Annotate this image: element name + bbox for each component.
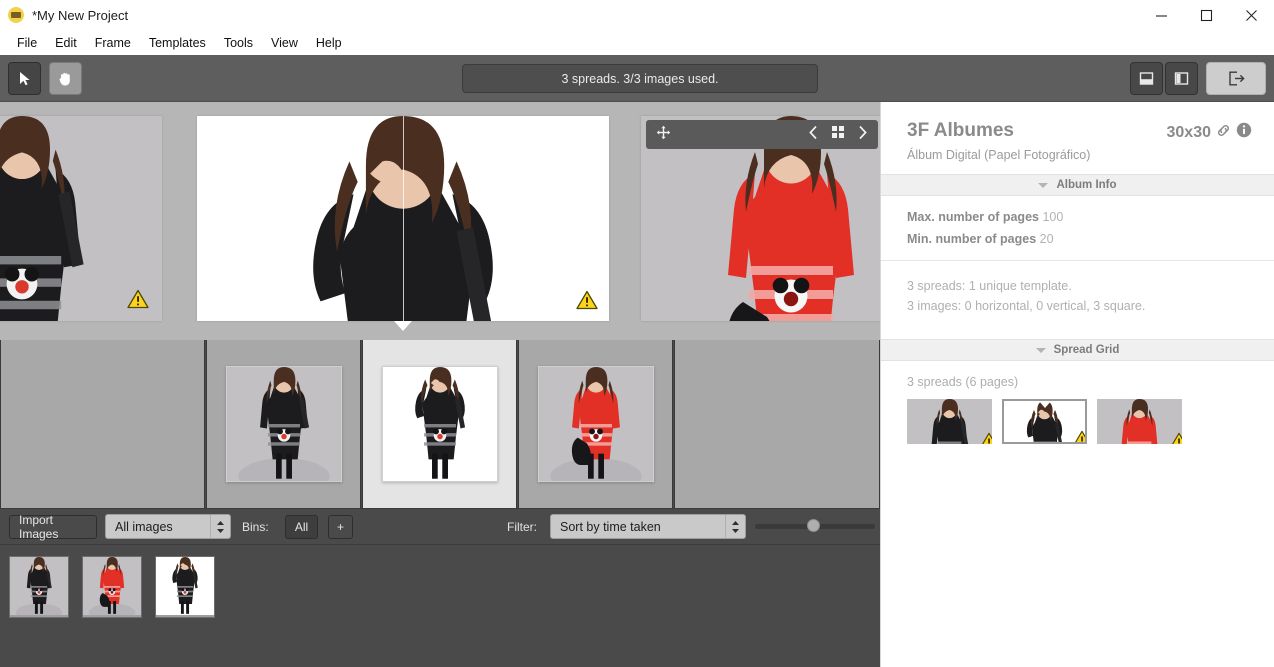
slider-handle[interactable] xyxy=(807,519,821,532)
filmstrip-thumb-1[interactable] xyxy=(225,366,342,482)
stat-spreads: 3 spreads: 1 unique template. xyxy=(907,279,1072,293)
chevron-down-icon[interactable] xyxy=(1038,182,1049,188)
chevron-right-icon[interactable] xyxy=(857,125,868,145)
split-horizontal-icon[interactable] xyxy=(1130,62,1163,95)
bin-image-3[interactable] xyxy=(155,556,215,618)
chevron-updown-icon[interactable] xyxy=(210,515,230,538)
album-properties-panel: 3F Albumes 30x30 Álbum Digital (Papel Fo… xyxy=(880,102,1274,667)
filmstrip-thumb-3[interactable] xyxy=(537,366,654,482)
chevron-down-icon[interactable] xyxy=(1035,347,1046,353)
window-controls xyxy=(1139,0,1274,30)
max-pages-row: Max. number of pages 100 xyxy=(907,210,1248,224)
spread-selection-marker xyxy=(394,321,412,331)
maximize-icon[interactable] xyxy=(1184,0,1229,30)
max-pages-value: 100 xyxy=(1042,210,1064,224)
thumbnail-zoom-slider[interactable] xyxy=(755,519,875,533)
menu-item-frame[interactable]: Frame xyxy=(86,33,140,53)
warning-triangle-icon xyxy=(1169,432,1182,444)
album-size: 30x30 xyxy=(1166,123,1212,141)
spread-spine xyxy=(403,116,404,321)
max-pages-label: Max. number of pages xyxy=(907,210,1039,224)
title-bar: *My New Project xyxy=(0,0,1274,30)
bins-all-button[interactable]: All xyxy=(285,515,318,539)
album-size-group: 30x30 xyxy=(1167,122,1253,143)
info-circle-icon[interactable] xyxy=(1236,122,1252,143)
filmstrip-spread-4[interactable] xyxy=(674,340,880,508)
section-album-info-label: Album Info xyxy=(1056,179,1117,191)
cursor-arrow-icon[interactable] xyxy=(8,62,41,95)
filmstrip-spread-0[interactable] xyxy=(0,340,205,508)
menu-item-templates[interactable]: Templates xyxy=(140,33,215,53)
image-filter-select[interactable]: All images xyxy=(105,514,231,539)
sort-filter-value: Sort by time taken xyxy=(560,519,661,534)
bins-label: Bins: xyxy=(242,520,269,534)
filter-label: Filter: xyxy=(507,520,537,534)
spread-canvas[interactable] xyxy=(0,102,880,340)
chevron-left-icon[interactable] xyxy=(808,125,819,145)
min-pages-label: Min. number of pages xyxy=(907,232,1037,246)
move-cross-icon[interactable] xyxy=(656,125,671,145)
section-spread-grid[interactable]: Spread Grid xyxy=(881,339,1274,361)
album-subtitle: Álbum Digital (Papel Fotográfico) xyxy=(907,148,1091,162)
spread-filmstrip[interactable] xyxy=(0,340,880,508)
spread-grid-count: 3 spreads (6 pages) xyxy=(907,375,1019,389)
filmstrip-thumb-2[interactable] xyxy=(381,366,498,482)
filmstrip-spread-3[interactable] xyxy=(518,340,673,508)
menu-item-file[interactable]: File xyxy=(8,33,46,53)
section-album-info[interactable]: Album Info xyxy=(881,174,1274,196)
grid-view-icon[interactable] xyxy=(831,125,845,144)
warning-triangle-icon xyxy=(979,432,992,444)
canvas-spread-2[interactable] xyxy=(197,116,609,331)
import-images-button[interactable]: Import Images xyxy=(9,513,97,541)
menu-item-help[interactable]: Help xyxy=(307,33,351,53)
status-bar: 3 spreads. 3/3 images used. xyxy=(462,64,818,93)
warning-triangle-icon xyxy=(1072,430,1087,444)
album-title: 3F Albumes xyxy=(907,120,1014,141)
sort-filter-select[interactable]: Sort by time taken xyxy=(550,514,746,539)
grid-spread-2[interactable] xyxy=(1002,399,1087,444)
filmstrip-spread-1[interactable] xyxy=(206,340,361,508)
album-info-rows: Max. number of pages 100 Min. number of … xyxy=(881,196,1274,246)
split-vertical-icon[interactable] xyxy=(1165,62,1198,95)
hand-icon[interactable] xyxy=(49,62,82,95)
image-filter-value: All images xyxy=(115,519,173,534)
album-statistics: 3 spreads: 1 unique template. 3 images: … xyxy=(881,261,1274,313)
menu-item-view[interactable]: View xyxy=(262,33,307,53)
grid-selection-notch xyxy=(1037,401,1052,408)
menu-item-tools[interactable]: Tools xyxy=(215,33,262,53)
menu-bar: File Edit Frame Templates Tools View Hel… xyxy=(0,30,1274,55)
window-title: *My New Project xyxy=(32,7,129,23)
minimize-icon[interactable] xyxy=(1139,0,1184,30)
stat-images: 3 images: 0 horizontal, 0 vertical, 3 sq… xyxy=(907,299,1146,313)
spread-grid-thumbs xyxy=(881,389,1274,444)
min-pages-row: Min. number of pages 20 xyxy=(907,232,1248,246)
menu-item-edit[interactable]: Edit xyxy=(46,33,86,53)
chevron-updown-icon[interactable] xyxy=(725,515,745,538)
close-icon[interactable] xyxy=(1229,0,1274,30)
section-spread-grid-label: Spread Grid xyxy=(1053,344,1120,356)
bin-image-1[interactable] xyxy=(9,556,69,618)
link-chain-icon[interactable] xyxy=(1216,123,1231,143)
bins-add-button[interactable]: + xyxy=(328,515,353,539)
filmstrip-spread-2[interactable] xyxy=(362,340,517,508)
min-pages-value: 20 xyxy=(1039,232,1054,246)
warning-triangle-icon xyxy=(576,290,598,310)
panel-header: 3F Albumes 30x30 Álbum Digital (Papel Fo… xyxy=(881,102,1274,162)
panel-export-icon[interactable] xyxy=(1206,62,1266,95)
bin-image-2[interactable] xyxy=(82,556,142,618)
warning-triangle-icon xyxy=(127,289,149,309)
grid-spread-1[interactable] xyxy=(907,399,992,444)
grid-spread-3[interactable] xyxy=(1097,399,1182,444)
album-app-icon xyxy=(8,7,24,23)
spread-float-toolbar[interactable] xyxy=(646,120,878,149)
canvas-spread-1[interactable] xyxy=(0,116,162,321)
application-window: *My New Project File Edit Frame Template… xyxy=(0,0,1274,667)
